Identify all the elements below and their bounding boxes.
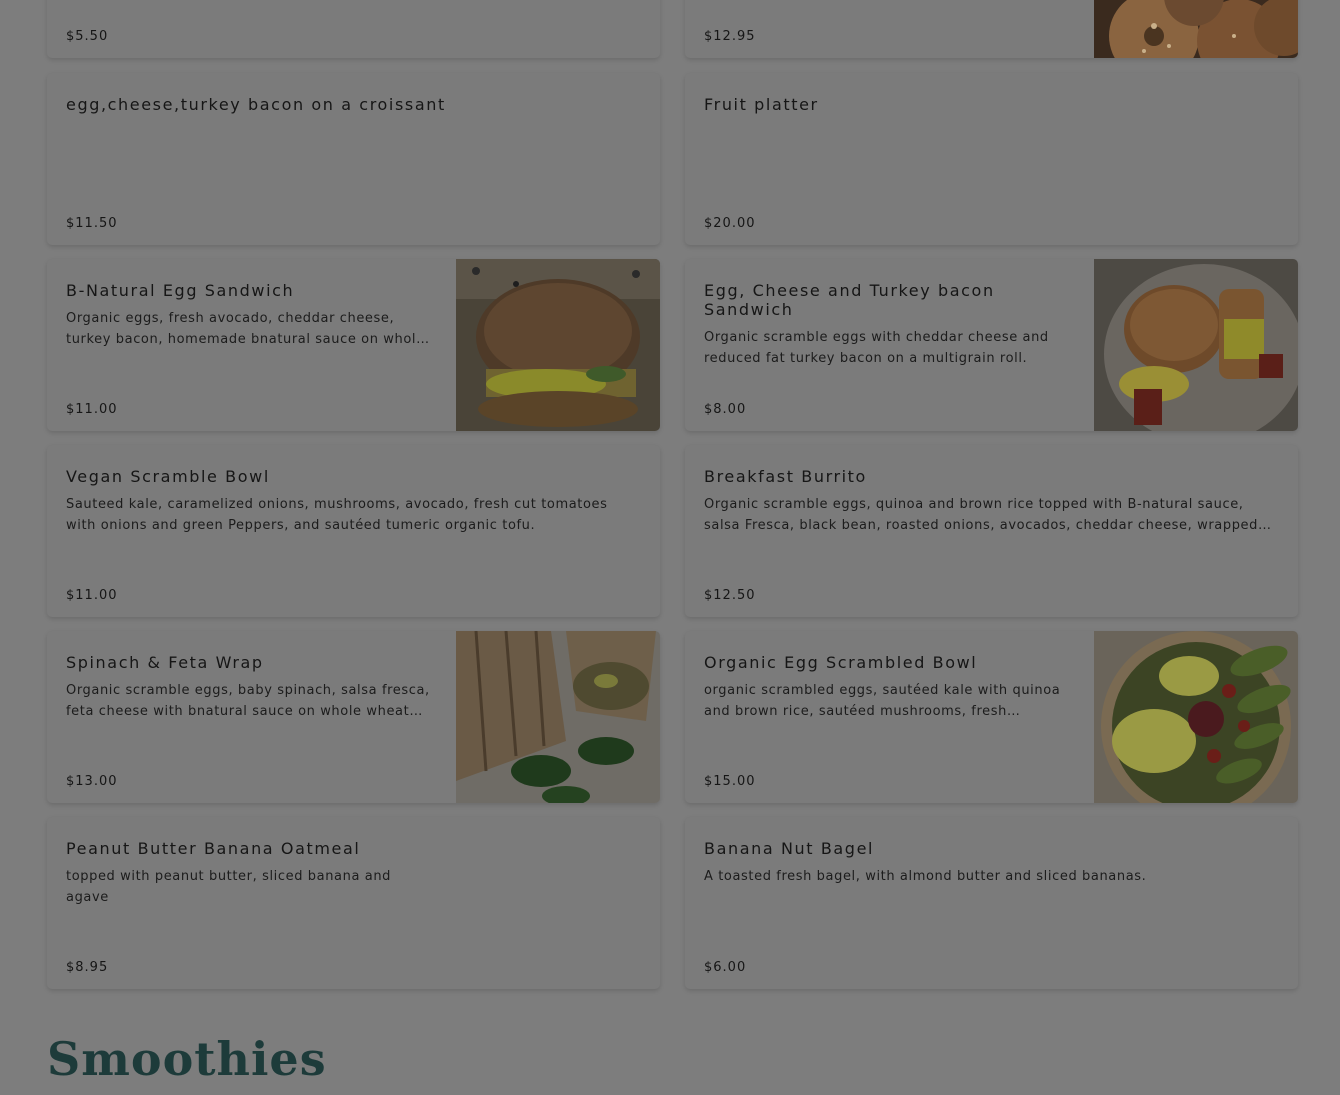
item-name: Banana Nut Bagel	[704, 839, 875, 858]
item-price: $20.00	[704, 216, 756, 231]
item-name: B-Natural Egg Sandwich	[66, 281, 295, 300]
item-price: $8.00	[704, 402, 747, 417]
item-price: $12.50	[704, 588, 756, 603]
item-price: $13.00	[66, 774, 118, 789]
item-name: Peanut Butter Banana Oatmeal	[66, 839, 361, 858]
item-price: $6.00	[704, 960, 747, 975]
item-price: $12.95	[704, 29, 756, 44]
menu-item-card[interactable]: Peanut Butter Banana Oatmeal topped with…	[47, 817, 660, 989]
item-description: topped with peanut butter, sliced banana…	[66, 869, 392, 905]
item-name: Breakfast Burrito	[704, 467, 867, 486]
item-name: egg,cheese,turkey bacon on a croissant	[66, 95, 446, 114]
section-title-smoothies: Smoothies	[47, 1032, 327, 1086]
menu-item-card[interactable]: Organic Egg Scrambled Bowl organic scram…	[685, 631, 1298, 803]
wrap-photo	[456, 631, 660, 803]
menu-item-card[interactable]: $12.95	[685, 0, 1298, 58]
item-name: Fruit platter	[704, 95, 819, 114]
menu-item-card[interactable]: Egg, Cheese and Turkey bacon Sandwich Or…	[685, 259, 1298, 431]
item-description: Sauteed kale, caramelized onions, mushro…	[66, 497, 608, 533]
bagels-photo	[1094, 0, 1298, 58]
menu-item-card[interactable]: egg,cheese,turkey bacon on a croissant $…	[47, 73, 660, 245]
menu-item-card[interactable]: $5.50	[47, 0, 660, 58]
menu-item-card[interactable]: Banana Nut Bagel A toasted fresh bagel, …	[685, 817, 1298, 989]
item-price: $11.50	[66, 216, 118, 231]
menu-item-card[interactable]: Vegan Scramble Bowl Sauteed kale, carame…	[47, 445, 660, 617]
item-description: Organic scramble eggs with cheddar chees…	[704, 330, 1049, 366]
item-price: $15.00	[704, 774, 756, 789]
item-description: Organic scramble eggs, baby spinach, sal…	[66, 683, 430, 719]
menu-item-card[interactable]: B-Natural Egg Sandwich Organic eggs, fre…	[47, 259, 660, 431]
turkey-bacon-sandwich-photo	[1094, 259, 1298, 431]
menu-item-card[interactable]: Fruit platter $20.00	[685, 73, 1298, 245]
item-price: $8.95	[66, 960, 109, 975]
item-name: Spinach & Feta Wrap	[66, 653, 264, 672]
item-name: Egg, Cheese and Turkey bacon Sandwich	[704, 281, 995, 319]
menu-item-card[interactable]: Spinach & Feta Wrap Organic scramble egg…	[47, 631, 660, 803]
egg-bowl-photo	[1094, 631, 1298, 803]
item-price: $11.00	[66, 588, 118, 603]
item-description: A toasted fresh bagel, with almond butte…	[704, 869, 1147, 884]
item-description: Organic scramble eggs, quinoa and brown …	[704, 497, 1259, 533]
item-price: $11.00	[66, 402, 118, 417]
item-price: $5.50	[66, 29, 109, 44]
egg-sandwich-photo	[456, 259, 660, 431]
menu-item-card[interactable]: Breakfast Burrito Organic scramble eggs,…	[685, 445, 1298, 617]
item-name: Organic Egg Scrambled Bowl	[704, 653, 978, 672]
item-description: organic scrambled eggs, sautéed kale wit…	[704, 683, 1061, 719]
item-description: Organic eggs, fresh avocado, cheddar che…	[66, 311, 425, 347]
item-name: Vegan Scramble Bowl	[66, 467, 270, 486]
